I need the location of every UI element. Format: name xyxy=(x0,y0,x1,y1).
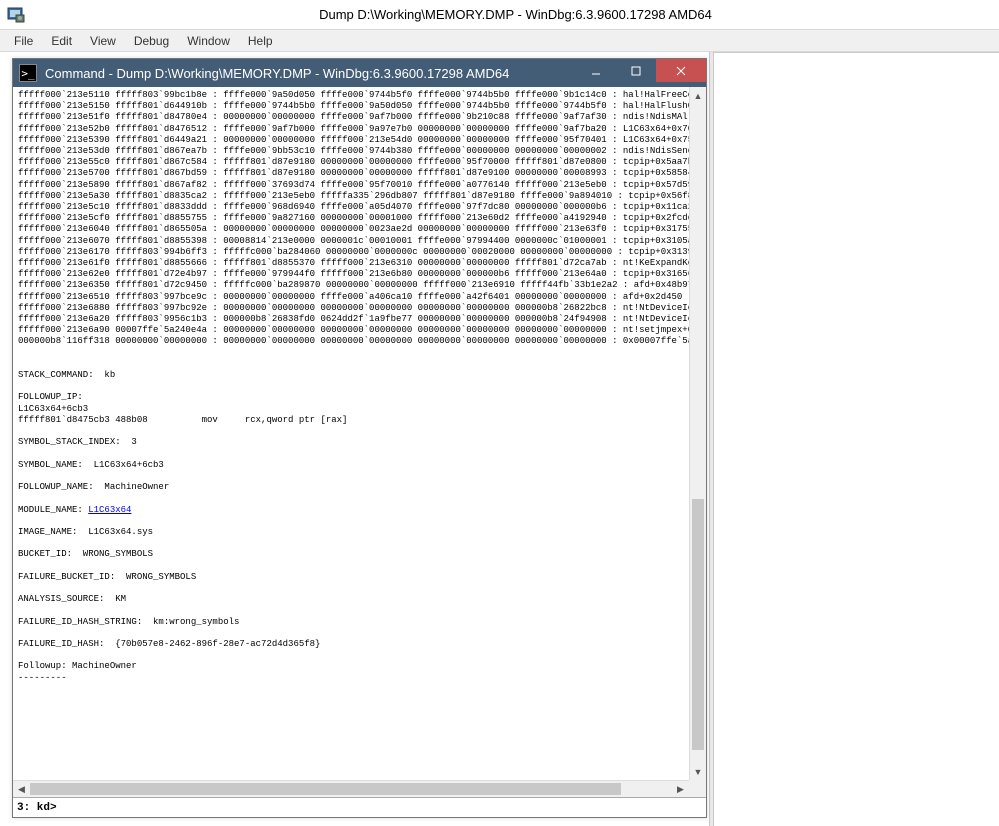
workspace: >_ Command - Dump D:\Working\MEMORY.DMP … xyxy=(0,52,999,826)
hscroll-thumb[interactable] xyxy=(30,783,621,795)
minimize-button[interactable] xyxy=(576,59,616,82)
menu-debug[interactable]: Debug xyxy=(126,32,177,50)
right-pane xyxy=(714,52,999,826)
scroll-up-button[interactable]: ▲ xyxy=(690,87,706,104)
command-titlebar[interactable]: >_ Command - Dump D:\Working\MEMORY.DMP … xyxy=(13,59,706,87)
chevron-down-icon: ▼ xyxy=(694,767,703,777)
menu-window[interactable]: Window xyxy=(179,32,238,50)
main-titlebar: Dump D:\Working\MEMORY.DMP - WinDbg:6.3.… xyxy=(0,0,999,30)
scroll-left-button[interactable]: ◀ xyxy=(13,781,30,797)
scrollbar-corner xyxy=(689,780,706,797)
command-prompt: 3: kd> xyxy=(17,802,57,814)
command-input-bar: 3: kd> xyxy=(13,797,706,817)
menu-view[interactable]: View xyxy=(82,32,124,50)
command-title: Command - Dump D:\Working\MEMORY.DMP - W… xyxy=(43,66,576,81)
window-buttons xyxy=(576,59,706,87)
scroll-down-button[interactable]: ▼ xyxy=(690,763,706,780)
main-title: Dump D:\Working\MEMORY.DMP - WinDbg:6.3.… xyxy=(32,7,999,22)
app-icon xyxy=(6,5,26,25)
menu-edit[interactable]: Edit xyxy=(43,32,80,50)
command-window: >_ Command - Dump D:\Working\MEMORY.DMP … xyxy=(12,58,707,818)
vertical-scrollbar[interactable]: ▲ ▼ xyxy=(689,87,706,780)
menubar: File Edit View Debug Window Help xyxy=(0,30,999,52)
hscroll-track[interactable] xyxy=(30,781,672,797)
vscroll-track[interactable] xyxy=(690,104,706,763)
vscroll-thumb[interactable] xyxy=(692,499,704,749)
module-name-link[interactable]: L1C63x64 xyxy=(88,505,131,515)
chevron-up-icon: ▲ xyxy=(694,91,703,101)
command-body: fffff000`213e5110 fffff803`99bc1b8e : ff… xyxy=(13,87,706,797)
scroll-right-button[interactable]: ▶ xyxy=(672,781,689,797)
command-prompt-icon: >_ xyxy=(19,64,37,82)
maximize-button[interactable] xyxy=(616,59,656,82)
menu-help[interactable]: Help xyxy=(240,32,281,50)
command-input[interactable] xyxy=(57,800,702,816)
command-output[interactable]: fffff000`213e5110 fffff803`99bc1b8e : ff… xyxy=(13,87,689,780)
chevron-right-icon: ▶ xyxy=(677,784,684,795)
close-button[interactable] xyxy=(656,59,706,82)
horizontal-scrollbar[interactable]: ◀ ▶ xyxy=(13,780,689,797)
chevron-left-icon: ◀ xyxy=(18,784,25,795)
menu-file[interactable]: File xyxy=(6,32,41,50)
